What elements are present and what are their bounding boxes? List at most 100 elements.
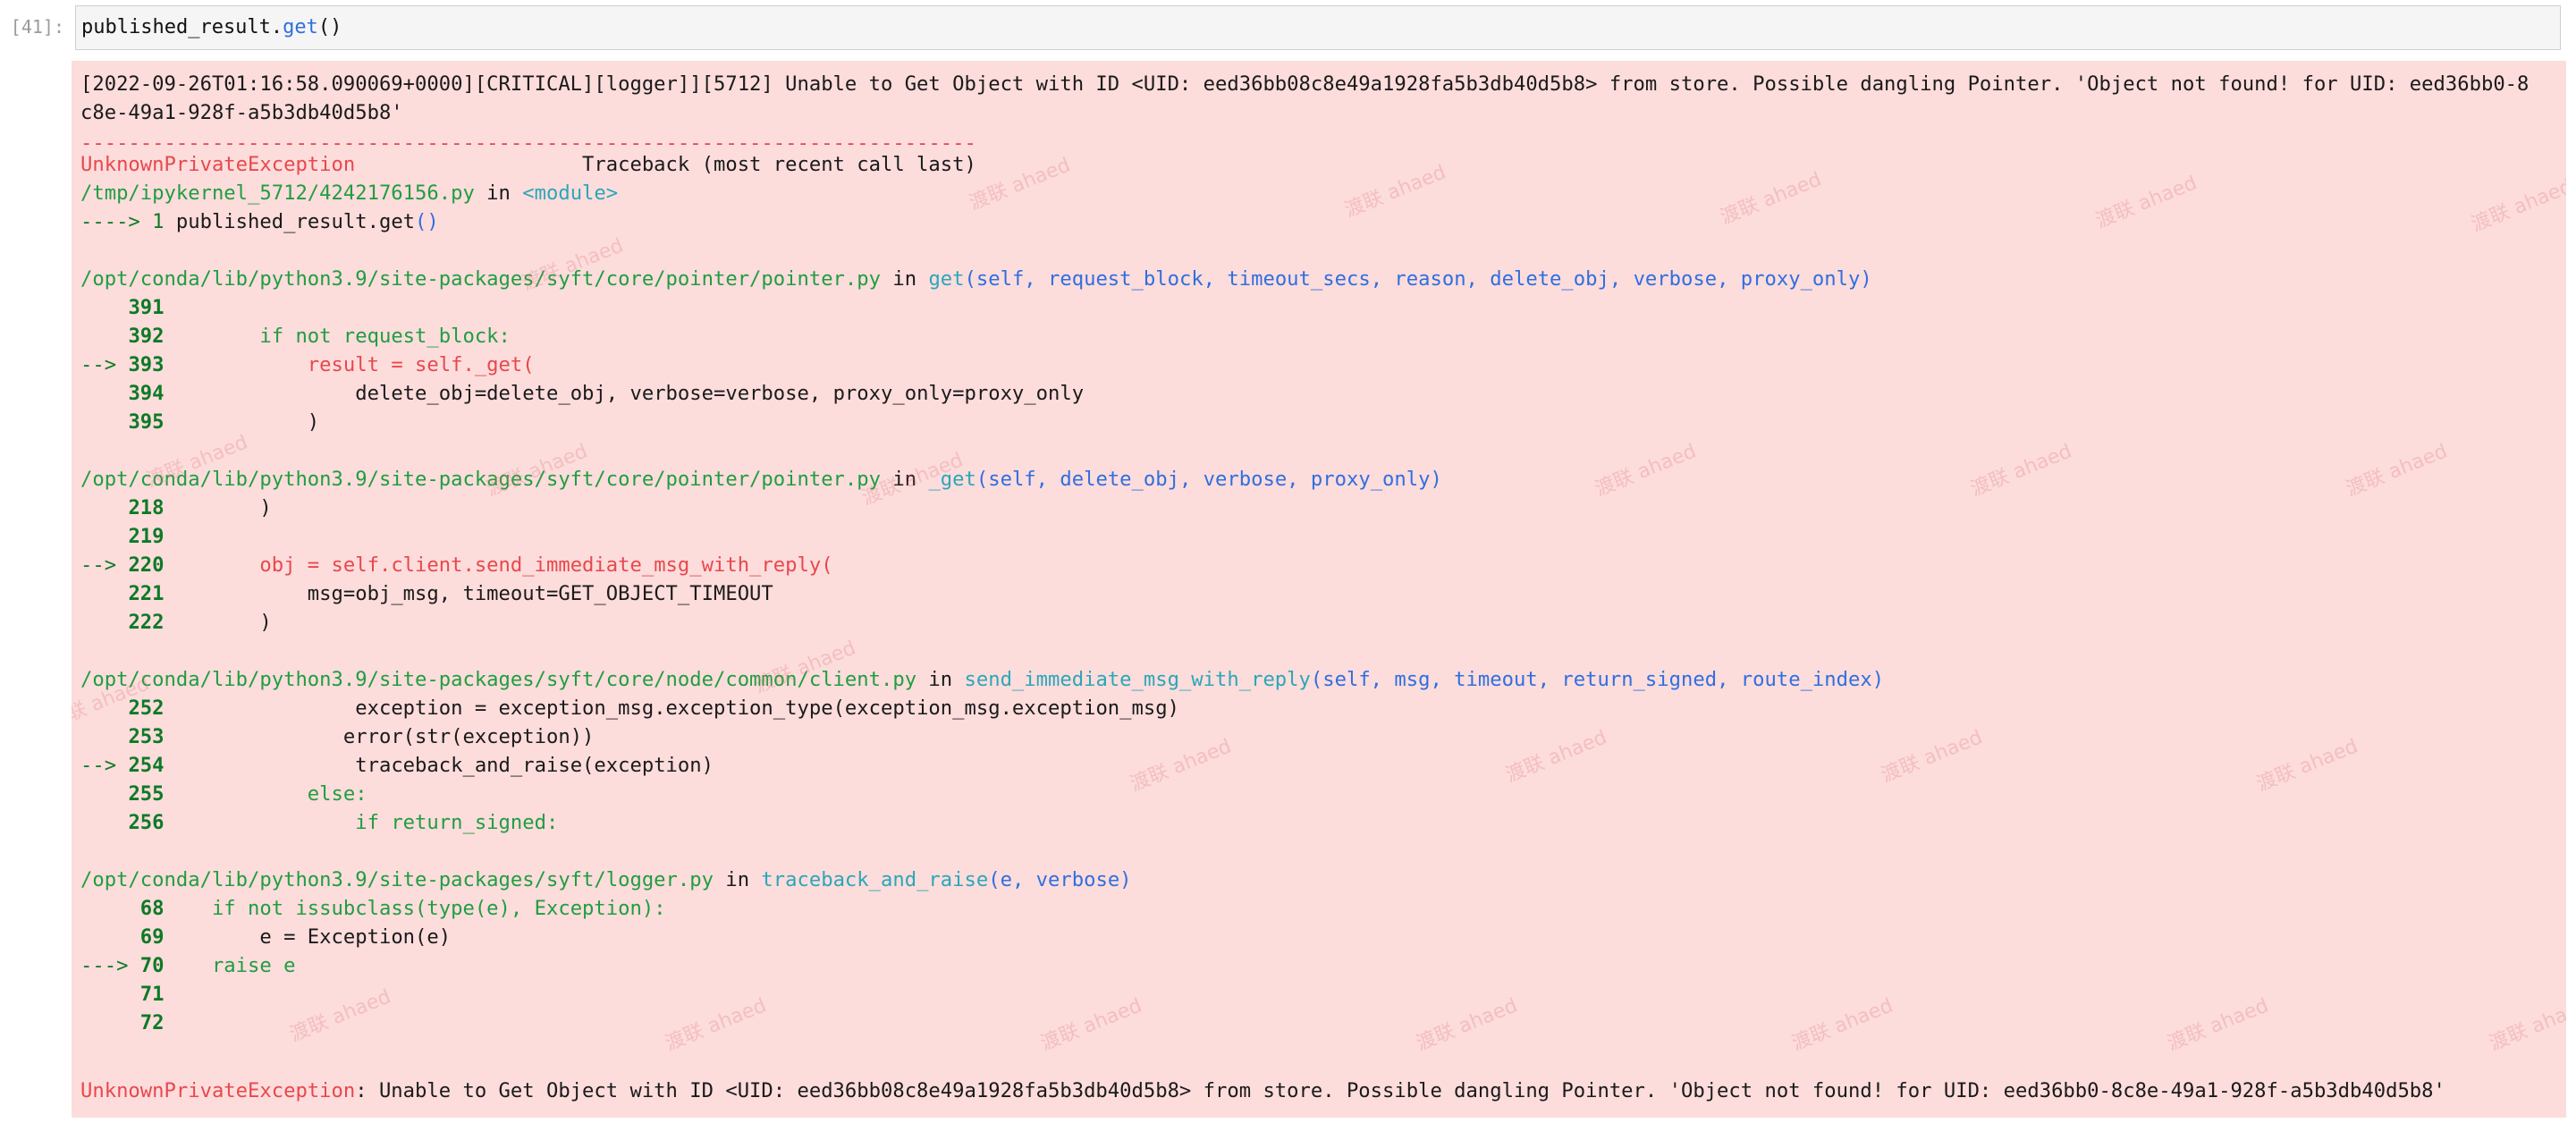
separator: ----------------------------------------… — [80, 131, 976, 155]
code-line: 255 else: — [80, 780, 2566, 808]
code-line: 72 — [80, 1009, 2566, 1037]
frame-0-code: published_result.get — [175, 210, 416, 233]
frame-4-args: (e, verbose) — [988, 868, 1132, 891]
line-number: 255 — [128, 782, 165, 806]
final-error-message: : Unable to Get Object with ID <UID: eed… — [355, 1079, 2445, 1102]
line-prefix — [80, 582, 128, 605]
line-code: if not issubclass(type(e), Exception): — [164, 897, 666, 920]
code-line: 395 ) — [80, 408, 2566, 436]
frame-0-in: in — [474, 182, 523, 205]
frame-3-func: send_immediate_msg_with_reply — [964, 668, 1311, 691]
line-prefix: ---> — [80, 954, 140, 977]
frame-0-func: <module> — [522, 182, 619, 205]
line-number: 393 — [128, 353, 165, 376]
frame-1-func: get — [928, 267, 965, 291]
frame-3-header: /opt/conda/lib/python3.9/site-packages/s… — [80, 665, 2566, 694]
line-prefix — [80, 382, 128, 405]
line-number: 256 — [128, 811, 165, 834]
line-prefix — [80, 496, 128, 519]
log-line-2: c8e-49a1-928f-a5b3db40d5b8' — [80, 101, 403, 124]
line-number: 68 — [139, 897, 165, 920]
code-line-current: --> 393 result = self._get( — [80, 350, 2566, 379]
line-number: 395 — [128, 410, 165, 434]
frame-0-path: /tmp/ipykernel_5712/4242176156.py — [80, 182, 475, 205]
traceback-header: UnknownPrivateException Traceback (most … — [80, 150, 2566, 179]
line-number: 221 — [128, 582, 165, 605]
line-prefix: --> — [80, 353, 129, 376]
line-prefix — [80, 925, 140, 949]
cell-input[interactable]: published_result.get() — [75, 5, 2561, 50]
code-line: 221 msg=obj_msg, timeout=GET_OBJECT_TIME… — [80, 579, 2566, 608]
frame-1-in: in — [881, 267, 929, 291]
log-line-1: [2022-09-26T01:16:58.090069+0000][CRITIC… — [80, 72, 2530, 96]
code-line: 253 error(str(exception)) — [80, 722, 2566, 751]
frame-3-path: /opt/conda/lib/python3.9/site-packages/s… — [80, 668, 917, 691]
line-code: ) — [164, 611, 272, 634]
line-prefix — [80, 410, 128, 434]
line-code: e = Exception(e) — [164, 925, 452, 949]
exception-name: UnknownPrivateException — [80, 153, 356, 176]
traceback-label: Traceback (most recent call last) — [355, 153, 976, 176]
frame-0-header: /tmp/ipykernel_5712/4242176156.py in <mo… — [80, 179, 2566, 207]
frame-3-args: (self, msg, timeout, return_signed, rout… — [1310, 668, 1885, 691]
line-code: obj = self.client.send_immediate_msg_wit… — [164, 553, 833, 577]
line-prefix: --> — [80, 553, 129, 577]
code-line: 391 — [80, 293, 2566, 322]
line-number: 252 — [128, 697, 165, 720]
frame-2-header: /opt/conda/lib/python3.9/site-packages/s… — [80, 465, 2566, 494]
frame-1-path: /opt/conda/lib/python3.9/site-packages/s… — [80, 267, 881, 291]
line-number: 254 — [128, 754, 165, 777]
code-line: 69 e = Exception(e) — [80, 923, 2566, 951]
line-number: 253 — [128, 725, 165, 748]
line-prefix — [80, 897, 140, 920]
frame-4-in: in — [713, 868, 762, 891]
line-number: 391 — [128, 296, 165, 319]
code-line: 219 — [80, 522, 2566, 551]
frame-4-header: /opt/conda/lib/python3.9/site-packages/s… — [80, 865, 2566, 894]
line-number: 392 — [128, 325, 165, 348]
final-exception-name: UnknownPrivateException — [80, 1079, 356, 1102]
frame-2-path: /opt/conda/lib/python3.9/site-packages/s… — [80, 468, 881, 491]
frame-4-func: traceback_and_raise — [761, 868, 989, 891]
line-code: error(str(exception)) — [164, 725, 595, 748]
line-number: 69 — [139, 925, 165, 949]
line-code: delete_obj=delete_obj, verbose=verbose, … — [164, 382, 1085, 405]
final-error-line: UnknownPrivateException: Unable to Get O… — [80, 1077, 2566, 1105]
frame-1-args: (self, request_block, timeout_secs, reas… — [964, 267, 1872, 291]
line-prefix — [80, 296, 128, 319]
frame-1-header: /opt/conda/lib/python3.9/site-packages/s… — [80, 265, 2566, 293]
frame-2-args: (self, delete_obj, verbose, proxy_only) — [976, 468, 1442, 491]
line-prefix: --> — [80, 754, 129, 777]
error-output: [2022-09-26T01:16:58.090069+0000][CRITIC… — [72, 61, 2566, 1118]
frame-0-arrow: ----> 1 — [80, 210, 176, 233]
line-code: ) — [164, 410, 320, 434]
code-line-current: --> 220 obj = self.client.send_immediate… — [80, 551, 2566, 579]
line-code: if return_signed: — [164, 811, 559, 834]
line-number: 222 — [128, 611, 165, 634]
line-prefix — [80, 782, 128, 806]
line-number: 219 — [128, 525, 165, 548]
line-number: 71 — [139, 983, 165, 1006]
line-prefix — [80, 325, 128, 348]
frame-2-func: _get — [928, 468, 976, 491]
line-code: raise e — [164, 954, 296, 977]
code-line: 68 if not issubclass(type(e), Exception)… — [80, 894, 2566, 923]
cell-prompt: [41]: — [10, 16, 64, 38]
code-line: 218 ) — [80, 494, 2566, 522]
line-number: 70 — [139, 954, 165, 977]
frame-0-paren: () — [415, 210, 439, 233]
code-line-current: --> 254 traceback_and_raise(exception) — [80, 751, 2566, 780]
line-prefix — [80, 983, 140, 1006]
input-rest: () — [317, 16, 342, 38]
code-line-current: ---> 70 raise e — [80, 951, 2566, 980]
code-line: 71 — [80, 980, 2566, 1009]
frame-4-path: /opt/conda/lib/python3.9/site-packages/s… — [80, 868, 714, 891]
line-prefix — [80, 697, 128, 720]
line-prefix — [80, 1011, 140, 1034]
line-prefix — [80, 525, 128, 548]
frame-0-line: ----> 1 published_result.get() — [80, 207, 2566, 236]
line-prefix — [80, 611, 128, 634]
frame-2-in: in — [881, 468, 929, 491]
line-code: traceback_and_raise(exception) — [164, 754, 714, 777]
line-number: 220 — [128, 553, 165, 577]
